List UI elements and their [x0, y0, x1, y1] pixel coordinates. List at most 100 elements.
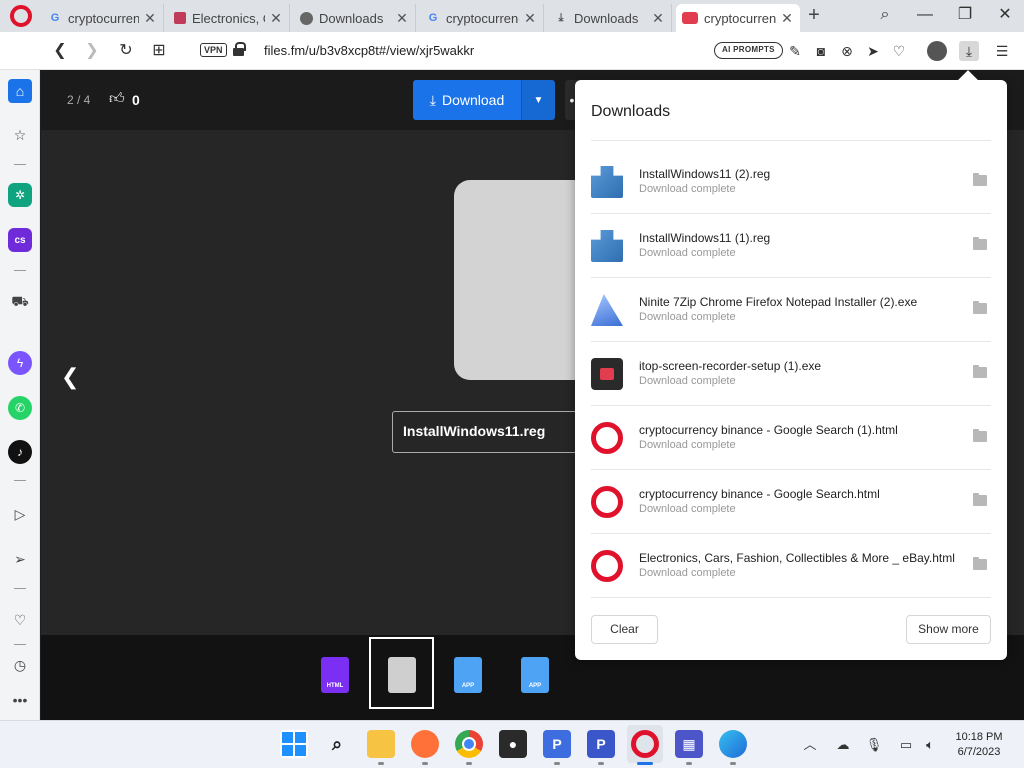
close-icon[interactable]: ✕: [651, 10, 665, 27]
show-more-button[interactable]: Show more: [906, 615, 991, 644]
volume-icon[interactable]: 🔈︎: [920, 735, 940, 755]
restore-icon[interactable]: ❐: [950, 4, 980, 26]
home-icon[interactable]: ⌂: [8, 79, 32, 103]
downloads-icon[interactable]: ⤓: [959, 41, 979, 61]
system-clock[interactable]: 10:18 PM 6/7/2023: [950, 730, 1008, 760]
folder-icon[interactable]: [973, 557, 987, 570]
url-field[interactable]: files.fm/u/b3v8xcp8t#/view/xjr5wakkr: [264, 43, 474, 58]
close-icon[interactable]: ✕: [395, 10, 409, 27]
download-icon: ⤓: [429, 91, 436, 108]
new-tab-button[interactable]: +: [804, 4, 824, 26]
tab-6-active[interactable]: cryptocurrenc ✕: [676, 4, 800, 32]
opera-icon[interactable]: [631, 730, 659, 758]
lock-icon[interactable]: [233, 42, 246, 56]
download-options-button[interactable]: ▼: [521, 80, 555, 120]
running-indicator: [730, 762, 736, 765]
folder-icon[interactable]: [973, 301, 987, 314]
vpn-badge[interactable]: VPN: [200, 43, 227, 57]
close-window-icon[interactable]: ✕: [990, 4, 1020, 26]
tab-3[interactable]: Downloads ✕: [294, 4, 416, 32]
send-icon[interactable]: ➢: [8, 547, 32, 571]
download-item[interactable]: InstallWindows11 (2).reg Download comple…: [591, 150, 991, 214]
previous-arrow-icon[interactable]: ❮: [61, 364, 79, 390]
microphone-icon[interactable]: 🎙︎: [864, 735, 884, 755]
cloud-offline-icon[interactable]: ☁: [833, 735, 853, 755]
heart-icon[interactable]: ♡: [8, 608, 32, 632]
folder-icon[interactable]: [973, 173, 987, 186]
download-button[interactable]: ⤓ Download: [413, 80, 521, 120]
close-icon[interactable]: ✕: [269, 10, 283, 27]
clear-button[interactable]: Clear: [591, 615, 658, 644]
tiktok-icon[interactable]: ♪: [8, 440, 32, 464]
forward-icon[interactable]: ❯: [81, 40, 103, 62]
close-icon[interactable]: ✕: [143, 10, 157, 27]
download-label: Download: [441, 92, 505, 108]
globe-icon: [300, 11, 313, 25]
block-icon[interactable]: ⊗: [837, 41, 857, 61]
shopping-icon[interactable]: ⛟: [8, 290, 32, 314]
edit-icon[interactable]: ✎: [785, 41, 805, 61]
p-app-icon[interactable]: P: [543, 730, 571, 758]
camera-icon[interactable]: ◙: [811, 41, 831, 61]
reload-icon[interactable]: ↻: [115, 40, 137, 62]
download-item[interactable]: itop-screen-recorder-setup (1).exe Downl…: [591, 342, 991, 406]
folder-icon[interactable]: [973, 237, 987, 250]
close-icon[interactable]: ✕: [780, 10, 794, 27]
tab-4[interactable]: G cryptocurrenc ✕: [420, 4, 544, 32]
p-app-icon[interactable]: P: [587, 730, 615, 758]
close-icon[interactable]: ✕: [523, 10, 537, 27]
star-icon[interactable]: ☆: [8, 123, 32, 147]
tab-1[interactable]: G cryptocurrenc ✕: [42, 4, 164, 32]
running-indicator: [554, 762, 560, 765]
search-icon[interactable]: ⌕: [323, 730, 351, 758]
thumbnail-app[interactable]: APP: [454, 657, 482, 693]
profile-avatar[interactable]: [927, 41, 947, 61]
video-editor-icon[interactable]: ▦: [675, 730, 703, 758]
thumbs-up-icon[interactable]: 👍︎: [109, 90, 127, 108]
tab-title: Electronics, C: [192, 10, 265, 26]
chatsonic-icon[interactable]: cs: [8, 228, 32, 252]
start-icon[interactable]: [280, 730, 308, 758]
whatsapp-icon[interactable]: ✆: [8, 396, 32, 420]
running-indicator: [686, 762, 692, 765]
tabs-grid-icon[interactable]: ⊞: [148, 40, 170, 62]
chevron-up-icon[interactable]: ︿: [800, 735, 820, 755]
download-item[interactable]: Ninite 7Zip Chrome Firefox Notepad Insta…: [591, 278, 991, 342]
thumbnail-app[interactable]: APP: [521, 657, 549, 693]
page-counter: 2 / 4: [67, 93, 91, 107]
minimize-icon[interactable]: —: [910, 4, 940, 26]
folder-icon[interactable]: [973, 493, 987, 506]
thumbnail-reg[interactable]: [388, 657, 416, 693]
easy-setup-icon[interactable]: ☰: [992, 41, 1012, 61]
messenger-icon[interactable]: ϟ: [8, 351, 32, 375]
edge-icon[interactable]: [719, 730, 747, 758]
file-explorer-icon[interactable]: [367, 730, 395, 758]
history-icon[interactable]: ◷: [8, 653, 32, 677]
thumbnail-html[interactable]: HTML: [321, 657, 349, 693]
tab-2[interactable]: Electronics, C ✕: [168, 4, 290, 32]
download-item[interactable]: cryptocurrency binance - Google Search (…: [591, 406, 991, 470]
folder-icon[interactable]: [973, 365, 987, 378]
download-item[interactable]: InstallWindows11 (1).reg Download comple…: [591, 214, 991, 278]
download-item[interactable]: Electronics, Cars, Fashion, Collectibles…: [591, 534, 991, 598]
download-file-name: itop-screen-recorder-setup (1).exe: [639, 359, 822, 373]
folder-icon[interactable]: [973, 429, 987, 442]
network-icon[interactable]: ▭: [896, 735, 916, 755]
player-icon[interactable]: ▷: [8, 502, 32, 526]
opera-menu-icon[interactable]: [10, 5, 32, 27]
send-icon[interactable]: ➤: [863, 41, 883, 61]
ai-prompts-button[interactable]: AI PROMPTS: [714, 42, 783, 59]
search-tabs-icon[interactable]: ⌕: [870, 4, 900, 26]
tab-5[interactable]: ⤓ Downloads ✕: [548, 4, 672, 32]
chatgpt-icon[interactable]: ✲: [8, 183, 32, 207]
download-item[interactable]: cryptocurrency binance - Google Search.h…: [591, 470, 991, 534]
chrome-icon[interactable]: [455, 730, 483, 758]
back-icon[interactable]: ❮: [49, 40, 71, 62]
screen-recorder-icon[interactable]: ●: [499, 730, 527, 758]
download-status: Download complete: [639, 183, 736, 195]
sidebar-divider: [14, 270, 26, 271]
more-icon[interactable]: •••: [8, 688, 32, 712]
heart-icon[interactable]: ♡: [889, 41, 909, 61]
download-file-name: Electronics, Cars, Fashion, Collectibles…: [639, 551, 955, 565]
firefox-icon[interactable]: [411, 730, 439, 758]
